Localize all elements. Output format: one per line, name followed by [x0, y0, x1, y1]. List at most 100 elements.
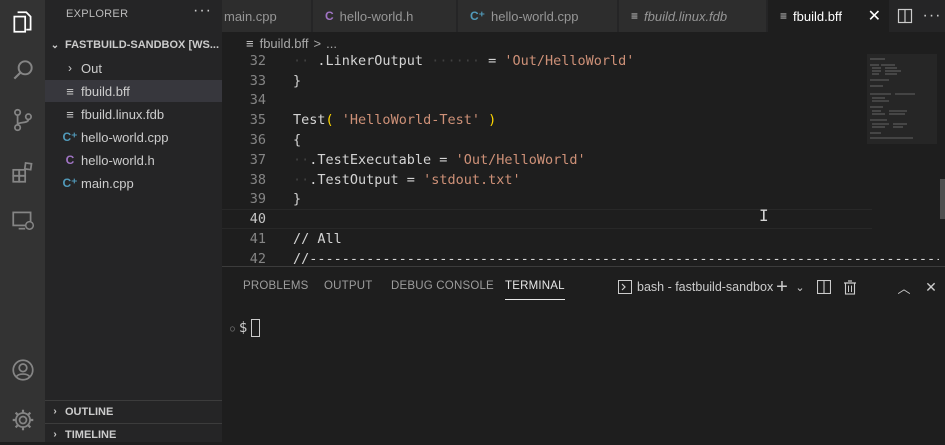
tab-label: main.cpp	[224, 8, 277, 24]
terminal-cursor	[251, 319, 261, 337]
tree-item-fbuild-linux-fdb[interactable]: ≡ fbuild.linux.fdb	[45, 103, 222, 125]
line-code: ··.TestOutput = 'stdout.txt'	[293, 171, 521, 188]
file-lines-icon: ≡	[780, 9, 788, 23]
code-line-current: 40	[222, 209, 872, 230]
line-code: ··.TestExecutable = 'Out/HelloWorld'	[293, 151, 586, 168]
explorer-icon[interactable]	[0, 0, 45, 44]
tree-item-out[interactable]: › Out	[45, 57, 222, 79]
tab-fbuild-linux-fdb[interactable]: ≡ fbuild.linux.fdb	[619, 0, 767, 32]
tree-item-label: hello-world.h	[81, 152, 155, 168]
c-icon: C	[325, 9, 334, 23]
remote-explorer-icon[interactable]	[0, 198, 45, 242]
extensions-icon[interactable]	[0, 150, 45, 194]
cpp-icon: C⁺	[62, 130, 78, 144]
cpp-icon: C⁺	[62, 176, 78, 190]
tree-item-label: hello-world.cpp	[81, 129, 169, 145]
tab-output[interactable]: OUTPUT	[324, 280, 372, 292]
search-icon[interactable]	[0, 48, 45, 92]
minimap[interactable]	[867, 54, 937, 266]
code-line: 35 Test( 'HelloWorld-Test' )	[222, 110, 872, 130]
tab-hello-world-h[interactable]: C hello-world.h	[313, 0, 457, 32]
accounts-icon[interactable]	[0, 348, 45, 392]
gear-icon[interactable]	[0, 398, 45, 442]
line-number: 37	[249, 151, 266, 168]
tab-label: hello-world.cpp	[491, 8, 579, 24]
text-cursor-icon: I	[759, 206, 769, 225]
file-lines-icon: ≡	[66, 83, 74, 99]
timeline-label: TIMELINE	[65, 428, 117, 441]
tree-item-main-cpp[interactable]: C⁺ main.cpp	[45, 172, 222, 194]
line-code: // All	[293, 231, 342, 248]
tab-problems[interactable]: PROBLEMS	[243, 280, 309, 292]
line-code: }	[293, 191, 302, 208]
source-control-icon[interactable]	[0, 98, 45, 142]
split-terminal-icon[interactable]	[813, 276, 835, 298]
tab-label: hello-world.h	[339, 8, 414, 24]
tab-hello-world-cpp[interactable]: C⁺ hello-world.cpp	[458, 0, 618, 32]
tab-fbuild-bff[interactable]: ≡ fbuild.bff ✕	[768, 0, 890, 32]
workspace-section-header[interactable]: ⌄ FASTBUILD-SANDBOX [WS...	[45, 34, 222, 56]
line-code: //--------------------------------------…	[293, 250, 944, 266]
prompt-symbol: $	[238, 320, 248, 336]
tab-label: fbuild.linux.fdb	[644, 8, 728, 24]
chevron-right-icon: ›	[68, 61, 72, 75]
chevron-right-icon: ›	[53, 406, 57, 417]
code-line: 41 // All	[222, 229, 872, 249]
tree-item-hello-world-cpp[interactable]: C⁺ hello-world.cpp	[45, 126, 222, 148]
line-code: ·· .LinkerOutput ······ = 'Out/HelloWorl…	[293, 54, 635, 69]
line-number: 38	[249, 171, 266, 188]
tree-item-label: Out	[81, 60, 102, 76]
breadcrumb-rest[interactable]: ...	[326, 36, 337, 51]
editor-scrollbar-track[interactable]	[939, 54, 945, 266]
tree-item-fbuild-bff[interactable]: ≡ fbuild.bff	[45, 80, 222, 102]
editor-scrollbar-thumb[interactable]	[940, 179, 945, 219]
breadcrumb-separator: >	[313, 35, 322, 51]
bottom-panel: PROBLEMS OUTPUT DEBUG CONSOLE TERMINAL b…	[222, 266, 945, 442]
tab-terminal[interactable]: TERMINAL	[505, 280, 565, 300]
c-icon: C	[65, 153, 75, 167]
line-code: {	[293, 132, 302, 149]
code-line: 36 {	[222, 130, 872, 150]
line-number: 42	[249, 250, 266, 266]
close-icon[interactable]: ✕	[920, 276, 942, 298]
close-icon[interactable]: ✕	[868, 6, 881, 26]
trash-icon[interactable]	[839, 276, 861, 298]
cpp-icon: C⁺	[470, 9, 485, 23]
tab-main-cpp[interactable]: main.cpp	[222, 0, 312, 32]
tree-item-label: fbuild.linux.fdb	[81, 106, 165, 122]
chevron-down-icon[interactable]: ⌄	[789, 276, 811, 298]
split-editor-icon[interactable]	[891, 0, 919, 32]
terminal-icon	[618, 280, 632, 294]
tree-item-hello-world-h[interactable]: C hello-world.h	[45, 149, 222, 171]
file-lines-icon: ≡	[631, 9, 639, 23]
line-number: 39	[249, 191, 266, 208]
file-lines-icon: ≡	[66, 106, 74, 122]
line-number: 33	[249, 72, 266, 89]
maximize-panel-chevron-up-icon[interactable]: ︿	[893, 276, 915, 298]
code-line: 32 ·· .LinkerOutput ······ = 'Out/HelloW…	[222, 54, 872, 71]
explorer-sidebar: EXPLORER ··· ⌄ FASTBUILD-SANDBOX [WS... …	[45, 0, 222, 442]
tab-debug-console[interactable]: DEBUG CONSOLE	[391, 280, 494, 292]
ellipsis-icon[interactable]: ···	[918, 0, 945, 32]
terminal-name: bash - fastbuild-sandbox	[637, 280, 774, 294]
outline-label: OUTLINE	[65, 405, 114, 418]
ellipsis-icon[interactable]: ···	[193, 2, 212, 20]
tree-item-label: fbuild.bff	[81, 83, 130, 99]
circle-icon: ○	[230, 323, 235, 333]
terminal-selector[interactable]: bash - fastbuild-sandbox	[618, 276, 773, 298]
line-number: 34	[249, 92, 266, 109]
editor-tab-bar: main.cpp C hello-world.h C⁺ hello-world.…	[222, 0, 945, 32]
line-number: 40	[249, 211, 266, 228]
breadcrumb-file[interactable]: fbuild.bff	[260, 36, 309, 51]
file-lines-icon: ≡	[246, 35, 254, 51]
code-editor[interactable]: 32 ·· .LinkerOutput ······ = 'Out/HelloW…	[222, 54, 945, 266]
terminal-prompt[interactable]: ○ $	[230, 319, 261, 337]
breadcrumb: ≡ fbuild.bff > ...	[222, 32, 945, 54]
code-line: 39 }	[222, 190, 872, 210]
line-number: 35	[249, 112, 266, 129]
outline-section-header[interactable]: › OUTLINE	[45, 400, 222, 422]
line-number: 32	[249, 54, 266, 69]
chevron-down-icon: ⌄	[50, 39, 60, 51]
explorer-title: EXPLORER	[66, 8, 129, 20]
tab-label: fbuild.bff	[793, 8, 842, 24]
